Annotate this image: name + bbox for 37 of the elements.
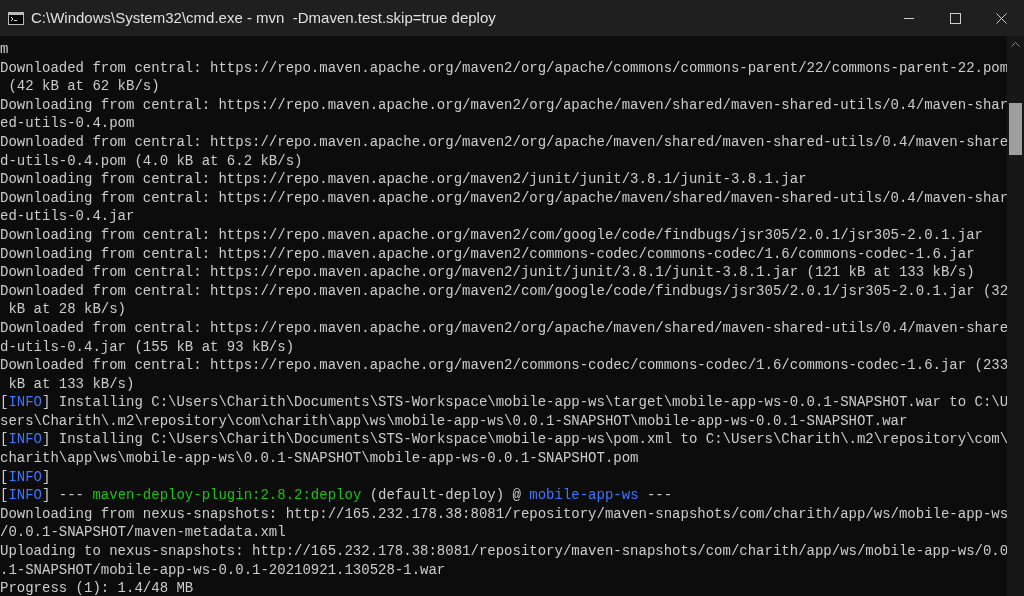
console-line: [INFO] Installing C:\Users\Charith\Documents\STS-Workspace\mobile-app-ws\pom.xml to C:\Users\Charith\.m2\repository\com\ xyxy=(0,430,1007,450)
close-icon xyxy=(995,12,1007,24)
minimize-icon xyxy=(904,17,914,19)
console-line: Downloaded from central: https://repo.maven.apache.org/maven2/org/apache/commons/commons-parent/22/commons-parent-22.pom xyxy=(0,58,1007,78)
console-line: .1-SNAPSHOT/mobile-app-ws-0.0.1-20210921.130528-1.war xyxy=(0,560,447,580)
console-line: Downloading from nexus-snapshots: http://165.232.178.38:8081/repository/maven-snapshots/com/charith/app/ws/mobile-app-ws xyxy=(0,504,1007,524)
console-line: Downloading from central: https://repo.maven.apache.org/maven2/commons-codec/commons-codec/1.6/commons-codec-1.6.jar xyxy=(0,244,976,264)
console-line: kB at 28 kB/s) xyxy=(7,300,128,319)
console-line: Downloaded from central: https://repo.maven.apache.org/maven2/commons-codec/commons-codec/1.6/commons-codec-1.6.jar (233 xyxy=(0,356,1007,375)
scroll-up-icon xyxy=(1011,42,1020,47)
console-line: sers\Charith\.m2\repository\com\charith\app\ws\mobile-app-ws\0.0.1-SNAPSHOT\mobile-app-ws-0.0.1-SNAPSHOT.war xyxy=(0,411,909,431)
console-line: kB at 133 kB/s) xyxy=(7,374,136,394)
console-line: ed-utils-0.4.jar xyxy=(0,207,136,226)
console-line: Uploading to nexus-snapshots: http://165.232.178.38:8081/repository/maven-snapshots/com/charith/app/ws/mobile-app-ws/0.0 xyxy=(0,542,1007,561)
console-line: [INFO] Installing C:\Users\Charith\Documents\STS-Workspace\mobile-app-ws\target\mobile-app-ws-0.0.1-SNAPSHOT.war to C:\U xyxy=(0,393,1007,412)
window-title: C:\Windows\System32\cmd.exe - mvn -Dmaven.test.skip=true deploy xyxy=(31,7,496,28)
console-line: [INFO] xyxy=(0,467,52,487)
console-line: d-utils-0.4.jar (155 kB at 93 kB/s) xyxy=(0,337,296,357)
console-line: Downloading from central: https://repo.maven.apache.org/maven2/com/google/code/findbugs/jsr305/2.0.1/jsr305-2.0.1.jar xyxy=(0,225,984,245)
console-line: d-utils-0.4.pom (4.0 kB at 6.2 kB/s) xyxy=(0,151,304,171)
console-line: Downloaded from central: https://repo.maven.apache.org/maven2/org/apache/maven/shared/maven-shared-utils/0.4/maven-share xyxy=(0,318,1007,338)
console-line: Downloading from central: https://repo.maven.apache.org/maven2/org/apache/maven/shared/maven-shared-utils/0.4/maven-shar xyxy=(0,188,1007,208)
console-line: Downloaded from central: https://repo.maven.apache.org/maven2/org/apache/maven/shared/maven-shared-utils/0.4/maven-share xyxy=(0,132,1007,152)
console-line: [INFO] --- maven-deploy-plugin:2.8.2:deploy (default-deploy) @ mobile-app-ws --- xyxy=(0,486,674,505)
scrollbar-thumb[interactable] xyxy=(1009,103,1022,155)
console-line: Downloaded from central: https://repo.maven.apache.org/maven2/com/google/code/findbugs/jsr305/2.0.1/jsr305-2.0.1.jar (32 xyxy=(0,281,1007,301)
console-line: /0.0.1-SNAPSHOT/maven-metadata.xml xyxy=(0,523,287,543)
console-icon xyxy=(8,11,24,25)
console-line: Progress (1): 1.4/48 MB xyxy=(0,579,195,596)
console-line: Downloaded from central: https://repo.maven.apache.org/maven2/junit/junit/3.8.1/junit-3.8.1.jar (121 kB at 133 kB/s) xyxy=(0,263,976,282)
maximize-icon xyxy=(949,12,961,24)
console-line: m xyxy=(0,40,10,59)
console-line: Downloading from central: https://repo.maven.apache.org/maven2/junit/junit/3.8.1/junit-3.8.1.jar xyxy=(0,170,808,189)
console-line: ed-utils-0.4.pom xyxy=(0,114,136,133)
console-line: charith\app\ws\mobile-app-ws\0.0.1-SNAPSHOT\mobile-app-ws-0.0.1-SNAPSHOT.pom xyxy=(0,449,640,468)
console-line: Downloading from central: https://repo.maven.apache.org/maven2/org/apache/maven/shared/maven-shared-utils/0.4/maven-shar xyxy=(0,95,1007,115)
console-line: (42 kB at 62 kB/s) xyxy=(7,77,161,96)
